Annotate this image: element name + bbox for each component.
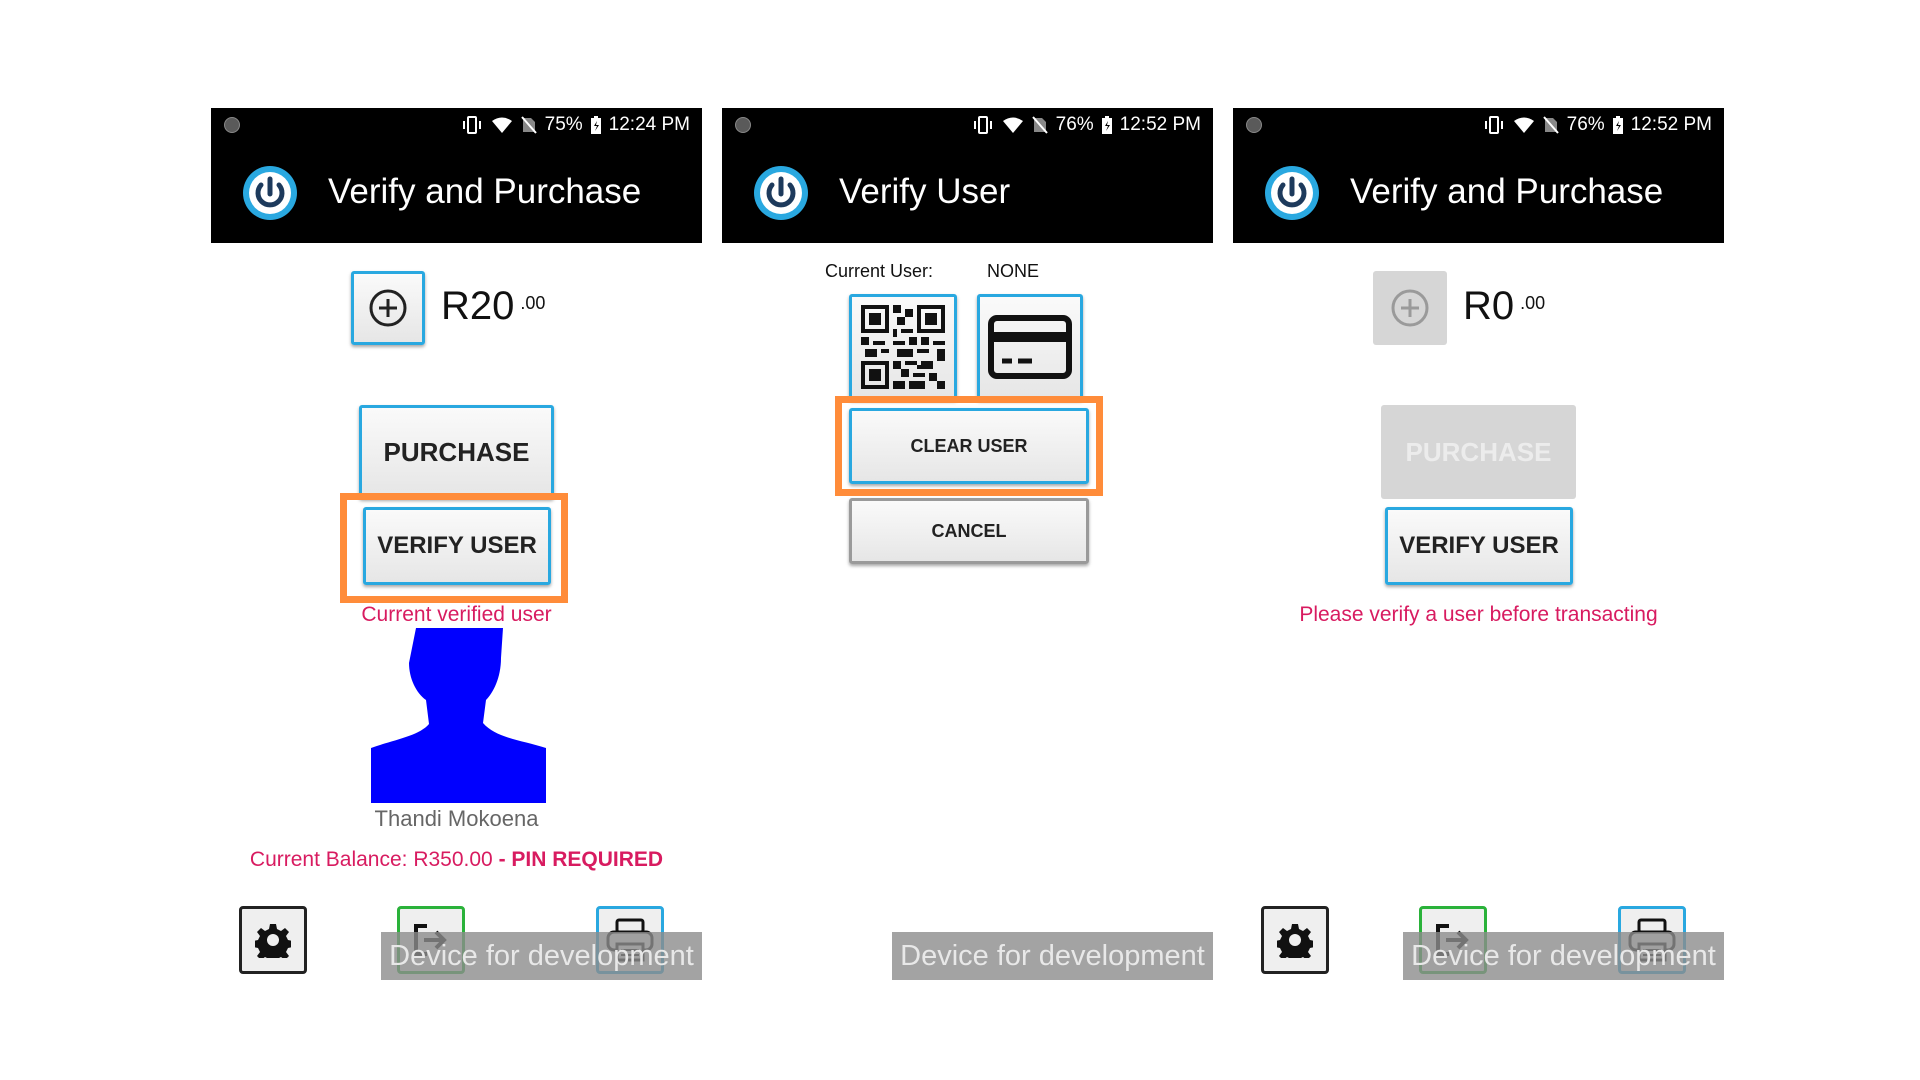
page-title: Verify and Purchase	[328, 172, 642, 211]
current-user-label: Current User:	[825, 261, 934, 281]
gear-icon	[1277, 924, 1313, 958]
status-time: 12:52 PM	[1630, 114, 1712, 135]
balance-text: Current Balance: R350.00	[249, 848, 499, 871]
status-bar: 75% 12:24 PM	[211, 108, 702, 138]
amount-main: R20	[441, 284, 515, 328]
wifi-icon	[1002, 117, 1023, 133]
verify-user-button[interactable]: VERIFY USER	[363, 507, 551, 585]
app-header: 76% 12:52 PM Verify User	[722, 108, 1213, 243]
amount-cents: .00	[520, 293, 546, 313]
power-logo-icon	[754, 166, 808, 220]
vibrate-icon	[1484, 116, 1503, 134]
amount-display: R0.00	[1463, 284, 1545, 329]
battery-icon	[590, 116, 601, 134]
amount-main: R0	[1463, 284, 1515, 328]
verify-user-button[interactable]: VERIFY USER	[1385, 507, 1573, 585]
page-title: Verify and Purchase	[1350, 172, 1664, 211]
status-bar: 76% 12:52 PM	[1233, 108, 1724, 138]
pin-required-label: - PIN REQUIRED	[498, 848, 664, 871]
plus-circle-icon	[369, 289, 407, 327]
battery-icon	[1612, 116, 1623, 134]
verify-warning: Please verify a user before transacting	[1299, 603, 1658, 626]
plus-circle-icon	[1391, 289, 1429, 327]
no-sim-icon	[520, 116, 537, 134]
screen-verify-user: 76% 12:52 PM Verify User Current User: N…	[722, 108, 1213, 980]
no-sim-icon	[1031, 116, 1048, 134]
status-time: 12:52 PM	[1119, 114, 1201, 135]
clear-user-button[interactable]: CLEAR USER	[849, 408, 1089, 484]
camera-dot-icon	[1246, 117, 1262, 133]
add-amount-button[interactable]	[1373, 271, 1447, 345]
power-logo-icon	[1265, 166, 1319, 220]
vibrate-icon	[973, 116, 992, 134]
dev-banner: Device for development	[892, 932, 1213, 980]
settings-button[interactable]	[1261, 906, 1329, 974]
battery-percent: 76%	[1566, 114, 1605, 135]
amount-display: R20.00	[441, 284, 545, 329]
battery-percent: 76%	[1055, 114, 1094, 135]
vibrate-icon	[462, 116, 481, 134]
page-title: Verify User	[839, 172, 1011, 211]
screen-verify-and-purchase-verified: 75% 12:24 PM Verify and Purchase R20.00 …	[211, 108, 702, 980]
wifi-icon	[491, 117, 512, 133]
gear-icon	[255, 924, 291, 958]
cancel-button[interactable]: CANCEL	[849, 498, 1089, 564]
screen-verify-and-purchase-unverified: 76% 12:52 PM Verify and Purchase R0.00 P…	[1233, 108, 1724, 980]
app-header: 75% 12:24 PM Verify and Purchase	[211, 108, 702, 243]
purchase-button[interactable]: PURCHASE	[359, 405, 554, 499]
battery-percent: 75%	[544, 114, 583, 135]
dev-banner: Device for development	[1403, 932, 1724, 980]
purchase-button-disabled: PURCHASE	[1381, 405, 1576, 499]
balance-line: Current Balance: R350.00 - PIN REQUIRED	[211, 848, 702, 872]
verified-user-caption: Current verified user	[361, 603, 552, 626]
amount-cents: .00	[1520, 293, 1546, 313]
current-user-value: NONE	[987, 261, 1040, 281]
card-reader-button[interactable]	[977, 294, 1083, 400]
qr-code-icon	[861, 305, 945, 389]
add-amount-button[interactable]	[351, 271, 425, 345]
user-avatar	[371, 628, 546, 803]
camera-dot-icon	[224, 117, 240, 133]
no-sim-icon	[1542, 116, 1559, 134]
power-logo-icon	[243, 166, 297, 220]
status-time: 12:24 PM	[608, 114, 690, 135]
camera-dot-icon	[735, 117, 751, 133]
wifi-icon	[1513, 117, 1534, 133]
battery-icon	[1101, 116, 1112, 134]
card-icon	[988, 315, 1072, 379]
dev-banner: Device for development	[381, 932, 702, 980]
settings-button[interactable]	[239, 906, 307, 974]
status-bar: 76% 12:52 PM	[722, 108, 1213, 138]
app-header: 76% 12:52 PM Verify and Purchase	[1233, 108, 1724, 243]
user-name: Thandi Mokoena	[374, 806, 539, 831]
